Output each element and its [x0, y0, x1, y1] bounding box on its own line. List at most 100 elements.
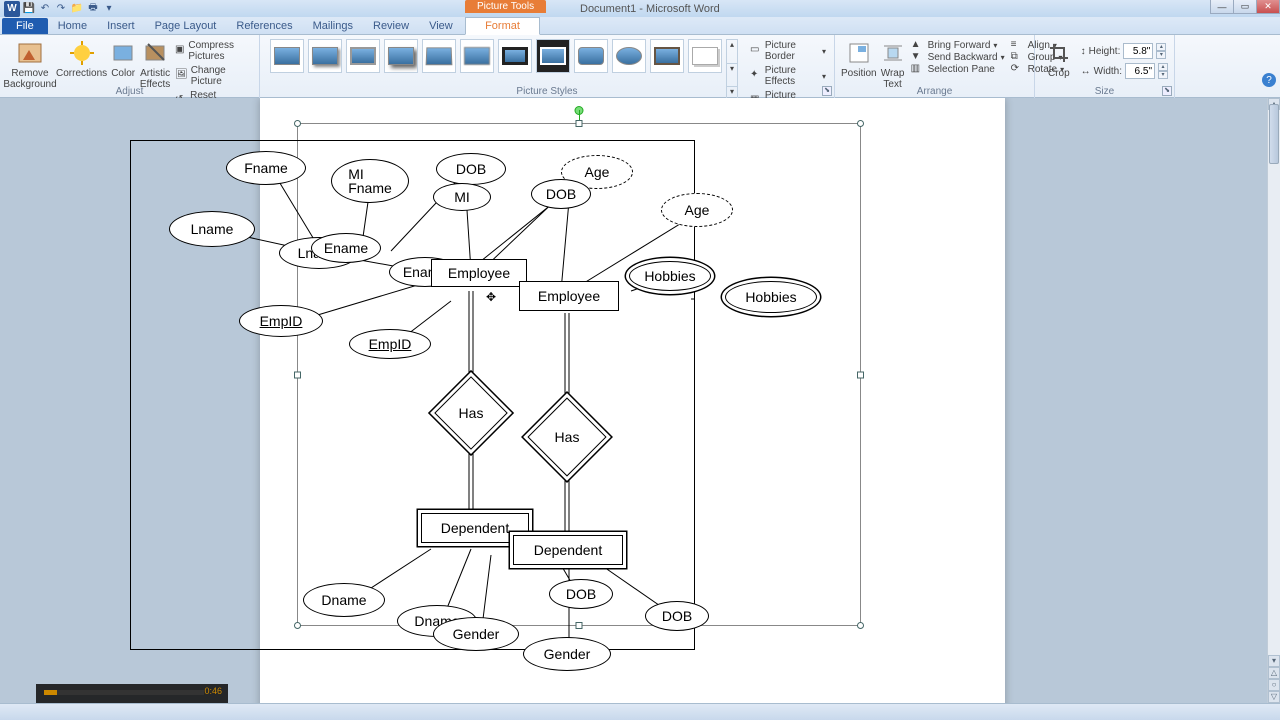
- title-bar: W 💾 ↶ ↷ 📁 🖶 ▾ Picture Tools Document1 - …: [0, 0, 1280, 17]
- style-thumb[interactable]: [498, 39, 532, 73]
- er-attr-empid2: EmpID: [349, 329, 431, 359]
- media-time: 0:46: [204, 686, 222, 696]
- height-input[interactable]: [1123, 43, 1153, 59]
- status-bar: [0, 703, 1280, 720]
- tab-format[interactable]: Format: [465, 17, 540, 35]
- bring-forward-button[interactable]: ▲Bring Forward▾: [909, 39, 1007, 51]
- er-attr-age2-dashed: Age: [661, 193, 733, 227]
- resize-handle-se[interactable]: [857, 622, 864, 629]
- crop-button[interactable]: Crop: [1041, 37, 1077, 80]
- send-backward-button[interactable]: ▼Send Backward▾: [909, 51, 1007, 63]
- er-attr-dob2: DOB: [531, 179, 591, 209]
- tab-review[interactable]: Review: [363, 18, 419, 34]
- resize-handle-n[interactable]: [576, 120, 583, 127]
- redo-icon[interactable]: ↷: [54, 2, 68, 16]
- er-attr-mi: MI: [433, 183, 491, 211]
- height-field: ↕ Height: ▴▾: [1081, 43, 1168, 59]
- dialog-launcher-styles[interactable]: ⬊: [822, 86, 832, 96]
- tab-references[interactable]: References: [226, 18, 302, 34]
- position-icon: [845, 39, 873, 67]
- prev-page-icon[interactable]: △: [1268, 667, 1280, 679]
- er-attr-dob4: DOB: [645, 601, 709, 631]
- help-icon[interactable]: ?: [1262, 73, 1276, 87]
- width-spinner[interactable]: ▴▾: [1158, 63, 1168, 79]
- er-rel-has2: Has: [539, 409, 595, 465]
- er-attr-gender: Gender: [433, 617, 519, 651]
- save-icon[interactable]: 💾: [22, 2, 36, 16]
- print-icon[interactable]: 🖶: [86, 2, 100, 16]
- position-button[interactable]: Position: [841, 37, 877, 90]
- browse-obj-icon[interactable]: ○: [1268, 679, 1280, 691]
- selpane-icon: ▥: [911, 63, 925, 75]
- height-spinner[interactable]: ▴▾: [1156, 43, 1166, 59]
- style-thumb[interactable]: [460, 39, 494, 73]
- color-icon: [109, 39, 137, 67]
- picture-effects-button[interactable]: ✦Picture Effects▾: [748, 64, 828, 88]
- tab-page-layout[interactable]: Page Layout: [145, 18, 227, 34]
- qat-dropdown-icon[interactable]: ▾: [102, 2, 116, 16]
- selection-pane-button[interactable]: ▥Selection Pane: [909, 63, 1007, 75]
- tab-mailings[interactable]: Mailings: [303, 18, 363, 34]
- er-attr-hobbies2: Hobbies: [725, 281, 817, 313]
- style-thumb[interactable]: [346, 39, 380, 73]
- chevron-down-icon: ▾: [822, 72, 826, 81]
- document-area: Fname MI Fname DOB Age MI DOB Age Lname …: [0, 98, 1267, 703]
- er-diagram: Fname MI Fname DOB Age MI DOB Age Lname …: [130, 140, 695, 650]
- er-attr-fname: Fname: [226, 151, 306, 185]
- tab-home[interactable]: Home: [48, 18, 97, 34]
- gallery-down-icon[interactable]: ▾: [727, 64, 737, 88]
- resize-handle-ne[interactable]: [857, 120, 864, 127]
- er-attr-lname: Lname: [169, 211, 255, 247]
- close-button[interactable]: ✕: [1256, 0, 1280, 14]
- group-label-arrange: Arrange: [835, 86, 1034, 97]
- group-size: Crop ↕ Height: ▴▾ ↔ Width: ▴▾ Size ⬊: [1035, 35, 1175, 98]
- style-thumb[interactable]: [612, 39, 646, 73]
- resize-handle-e[interactable]: [857, 371, 864, 378]
- open-icon[interactable]: 📁: [70, 2, 84, 16]
- er-attr-empid: EmpID: [239, 305, 323, 337]
- width-icon: ↔: [1081, 66, 1091, 77]
- style-thumb[interactable]: [574, 39, 608, 73]
- style-thumb[interactable]: [422, 39, 456, 73]
- dialog-launcher-size[interactable]: ⬊: [1162, 86, 1172, 96]
- tab-file[interactable]: File: [2, 18, 48, 34]
- move-cursor-icon: ✥: [486, 290, 496, 304]
- group-label-styles: Picture Styles: [260, 86, 834, 97]
- compress-pictures-button[interactable]: ▣Compress Pictures: [173, 39, 253, 63]
- width-input[interactable]: [1125, 63, 1155, 79]
- er-rel-has: Has: [445, 387, 497, 439]
- chevron-down-icon: ▾: [1001, 53, 1005, 62]
- tab-insert[interactable]: Insert: [97, 18, 145, 34]
- scroll-thumb[interactable]: [1269, 104, 1279, 164]
- document-title: Document1 - Microsoft Word: [580, 3, 720, 15]
- picture-border-button[interactable]: ▭Picture Border▾: [748, 39, 828, 63]
- context-tab-title: Picture Tools: [465, 0, 546, 13]
- style-thumb[interactable]: [270, 39, 304, 73]
- wrap-text-button[interactable]: Wrap Text: [879, 37, 907, 90]
- group-label-adjust: Adjust: [0, 86, 259, 97]
- media-progress[interactable]: [44, 690, 204, 695]
- er-attr-dob3: DOB: [549, 579, 613, 609]
- style-thumb[interactable]: [384, 39, 418, 73]
- gallery-up-icon[interactable]: ▴: [727, 40, 737, 64]
- restore-button[interactable]: ▭: [1233, 0, 1257, 14]
- style-thumb[interactable]: [536, 39, 570, 73]
- change-icon: 🖼: [175, 69, 188, 83]
- er-entity-employee2: Employee: [519, 281, 619, 311]
- style-thumb[interactable]: [688, 39, 722, 73]
- scroll-down-icon[interactable]: ▾: [1268, 655, 1280, 667]
- undo-icon[interactable]: ↶: [38, 2, 52, 16]
- next-page-icon[interactable]: ▽: [1268, 691, 1280, 703]
- tab-view[interactable]: View: [419, 18, 463, 34]
- vertical-scrollbar[interactable]: ▴ ▾ △ ○ ▽: [1267, 98, 1280, 703]
- chevron-down-icon: ▾: [822, 47, 826, 56]
- group-arrange: Position Wrap Text ▲Bring Forward▾ ▼Send…: [835, 35, 1035, 98]
- change-picture-button[interactable]: 🖼Change Picture: [173, 64, 253, 88]
- resize-handle-nw[interactable]: [294, 120, 301, 127]
- style-thumb[interactable]: [308, 39, 342, 73]
- style-thumb[interactable]: [650, 39, 684, 73]
- er-attr-mi-fname: MI Fname: [331, 159, 409, 203]
- wrap-icon: [879, 39, 907, 67]
- minimize-button[interactable]: —: [1210, 0, 1234, 14]
- er-attr-dname: Dname: [303, 583, 385, 617]
